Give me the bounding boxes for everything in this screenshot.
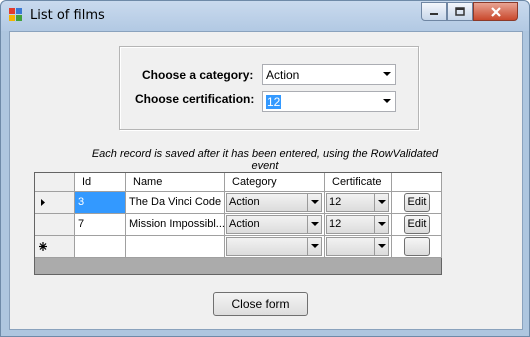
minimize-button[interactable]: [421, 2, 447, 21]
grid-corner-header[interactable]: [35, 173, 75, 192]
chevron-down-icon: [307, 194, 321, 211]
category-dropdown[interactable]: [226, 237, 322, 256]
maximize-icon: [455, 6, 465, 16]
category-dropdown-value: Action: [229, 218, 260, 230]
window-title: List of films: [30, 8, 105, 23]
column-header-category[interactable]: Category: [225, 173, 325, 192]
chevron-down-icon: [383, 99, 391, 103]
cell-category[interactable]: Action: [225, 214, 325, 236]
category-label: Choose a category:: [142, 68, 254, 82]
certification-combobox[interactable]: 12: [262, 91, 396, 112]
row-header[interactable]: [35, 214, 75, 236]
edit-button[interactable]: Edit: [404, 193, 430, 212]
cell-certificate[interactable]: [325, 236, 392, 258]
minimize-icon: [430, 12, 438, 15]
certificate-dropdown[interactable]: 12: [326, 193, 389, 212]
edit-button[interactable]: Edit: [404, 215, 430, 234]
app-icon: [9, 8, 22, 21]
category-dropdown[interactable]: Action: [226, 193, 322, 212]
chevron-down-icon: [374, 238, 388, 255]
category-combobox[interactable]: Action: [262, 64, 396, 85]
certificate-dropdown-value: 12: [329, 196, 342, 208]
info-note: Each record is saved after it has been e…: [91, 148, 439, 172]
current-row-arrow-icon: [41, 199, 45, 206]
column-header-certificate[interactable]: Certificate: [325, 173, 392, 192]
cell-certificate[interactable]: 12: [325, 192, 392, 214]
row-header-current[interactable]: [35, 192, 75, 214]
close-form-button[interactable]: Close form: [213, 292, 308, 316]
chevron-down-icon: [374, 194, 388, 211]
row-header-new[interactable]: [35, 236, 75, 258]
chevron-down-icon: [374, 216, 388, 233]
column-header-name[interactable]: Name: [126, 173, 225, 192]
chevron-down-icon: [307, 216, 321, 233]
cell-edit: Edit: [392, 214, 442, 236]
asterisk-icon: [39, 242, 47, 251]
cell-edit: Edit: [392, 192, 442, 214]
chevron-down-icon: [307, 238, 321, 255]
certificate-dropdown-value: 12: [329, 218, 342, 230]
category-value: Action: [266, 68, 300, 82]
cell-category[interactable]: Action: [225, 192, 325, 214]
category-dropdown[interactable]: Action: [226, 215, 322, 234]
main-window: List of films Choose a category: Action …: [0, 0, 530, 337]
column-header-edit[interactable]: [392, 173, 442, 192]
cell-name[interactable]: Mission Impossibl...: [126, 214, 225, 236]
category-dropdown-value: Action: [229, 196, 260, 208]
filter-panel: Choose a category: Action Choose certifi…: [119, 46, 419, 130]
cell-name[interactable]: The Da Vinci Code: [126, 192, 225, 214]
certificate-dropdown[interactable]: [326, 237, 389, 256]
cell-certificate[interactable]: 12: [325, 214, 392, 236]
cell-edit: [392, 236, 442, 258]
cell-id[interactable]: [75, 236, 126, 258]
close-window-button[interactable]: [473, 2, 518, 21]
edit-button[interactable]: [404, 237, 430, 256]
cell-id[interactable]: 7: [75, 214, 126, 236]
close-icon: [490, 6, 501, 17]
column-header-id[interactable]: Id: [75, 173, 126, 192]
title-bar[interactable]: List of films: [1, 1, 529, 31]
maximize-button[interactable]: [447, 2, 473, 21]
cell-category[interactable]: [225, 236, 325, 258]
form-client-area: Choose a category: Action Choose certifi…: [9, 31, 523, 330]
chevron-down-icon: [383, 72, 391, 76]
certification-value: 12: [266, 95, 282, 109]
certificate-dropdown[interactable]: 12: [326, 215, 389, 234]
certification-label: Choose certification:: [135, 92, 255, 106]
films-grid[interactable]: Id Name Category Certificate 3 The Da Vi…: [34, 172, 442, 275]
cell-name[interactable]: [126, 236, 225, 258]
cell-id[interactable]: 3: [75, 192, 126, 214]
